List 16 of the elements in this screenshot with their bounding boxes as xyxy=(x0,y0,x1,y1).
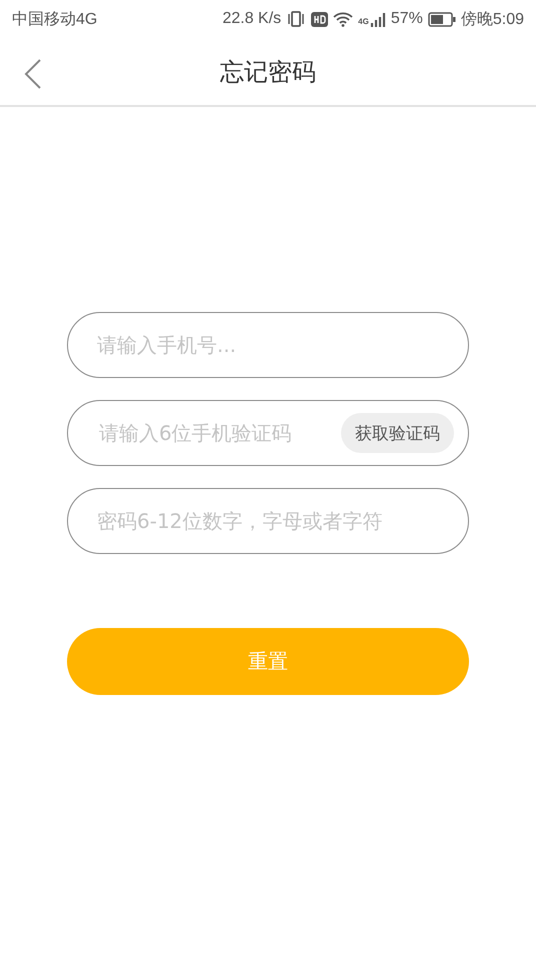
network-type: 4G xyxy=(358,16,369,26)
carrier-text: 中国移动4G xyxy=(12,10,98,30)
input-field[interactable]: 密码6-12位数字，字母或者字符 xyxy=(67,488,469,554)
battery-icon xyxy=(428,12,456,26)
get-code-button[interactable]: 获取验证码 xyxy=(341,413,454,453)
hd-icon xyxy=(311,12,328,26)
network-speed: 22.8 K/s xyxy=(222,10,282,28)
signal-icon xyxy=(370,11,386,27)
vibrate-icon xyxy=(286,10,306,28)
clock-time: 傍晚5:09 xyxy=(460,10,524,30)
back-icon xyxy=(24,58,42,90)
page-title: 忘记密码 xyxy=(220,56,316,88)
code-field[interactable]: 请输入6位手机验证码 获取验证码 xyxy=(67,400,469,466)
input-field[interactable]: 请输入手机号... xyxy=(67,312,469,378)
battery-percent: 57% xyxy=(390,10,423,28)
wifi-icon xyxy=(333,11,354,27)
